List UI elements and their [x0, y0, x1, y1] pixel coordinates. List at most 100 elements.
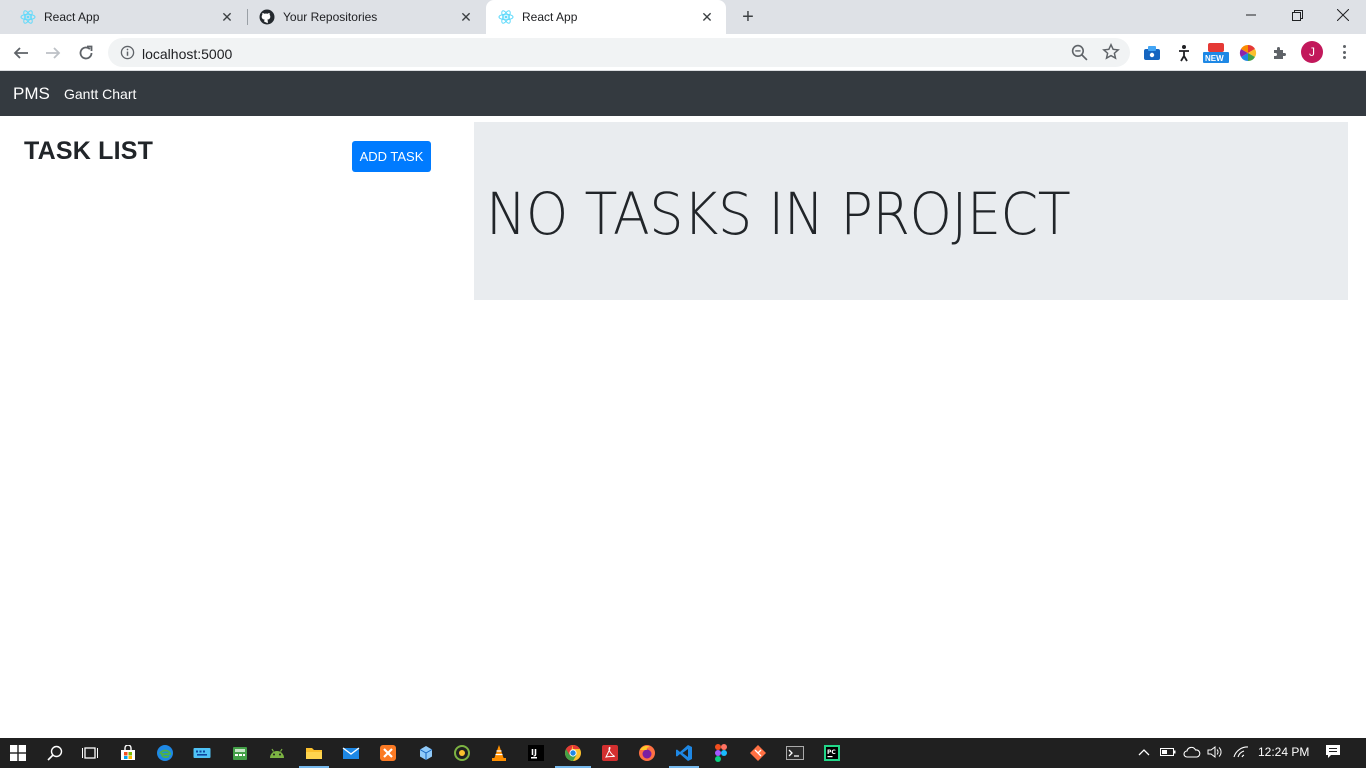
tab-title: React App: [522, 10, 578, 24]
taskbar-app[interactable]: [416, 743, 436, 763]
task-list-title: TASK LIST: [24, 137, 154, 165]
dot-icon: [1342, 50, 1346, 54]
zoom-icon[interactable]: [1071, 44, 1088, 61]
extension-icon[interactable]: [1142, 43, 1162, 63]
dot-icon: [1342, 45, 1346, 48]
onedrive-indicator[interactable]: [1183, 746, 1201, 761]
speaker-icon: [1207, 746, 1222, 758]
taskbar-git-kraken[interactable]: [748, 743, 768, 763]
notification-icon: [1326, 745, 1340, 758]
taskbar-clock[interactable]: 12:24 PM: [1258, 745, 1309, 759]
calculator-icon: [233, 747, 247, 760]
back-button[interactable]: [8, 40, 34, 66]
taskbar-figma[interactable]: [711, 743, 731, 763]
store-icon: [121, 745, 135, 760]
browser-tab[interactable]: Your Repositories ✕: [247, 0, 485, 34]
taskbar-vlc[interactable]: [489, 743, 509, 763]
taskbar-vscode[interactable]: [669, 743, 699, 768]
chrome-icon: [565, 745, 581, 761]
action-center-button[interactable]: [1325, 744, 1341, 763]
taskbar-file-explorer[interactable]: [299, 743, 329, 768]
taskbar-android-studio[interactable]: [267, 743, 287, 763]
close-tab-icon[interactable]: ✕: [218, 8, 236, 26]
taskbar-xampp[interactable]: [378, 743, 398, 763]
minimize-button[interactable]: [1228, 0, 1274, 30]
nav-link-gantt-chart[interactable]: Gantt Chart: [64, 86, 136, 102]
forward-button[interactable]: [40, 40, 66, 66]
close-tab-icon[interactable]: ✕: [698, 8, 716, 26]
taskbar-mail[interactable]: [341, 743, 361, 763]
windows-logo-icon: [10, 745, 26, 761]
show-hidden-icons-button[interactable]: [1138, 746, 1150, 760]
new-tab-button[interactable]: +: [737, 6, 759, 28]
start-button[interactable]: [8, 743, 28, 763]
task-view-button[interactable]: [80, 743, 100, 763]
reload-icon: [79, 45, 93, 60]
chevron-up-icon: [1138, 749, 1150, 756]
git-client-icon: [454, 745, 470, 761]
reload-button[interactable]: [73, 40, 99, 66]
restore-button[interactable]: [1274, 0, 1320, 30]
puzzle-icon: [1274, 47, 1286, 59]
address-bar[interactable]: localhost:5000: [108, 38, 1130, 67]
taskbar-app[interactable]: [452, 743, 472, 763]
minimize-icon: [1246, 14, 1256, 16]
info-icon[interactable]: [120, 45, 135, 60]
bookmark-star-icon[interactable]: [1102, 43, 1120, 61]
vscode-icon: [676, 745, 692, 761]
pycharm-icon: PC: [824, 745, 840, 761]
extension-icon[interactable]: [1238, 43, 1258, 63]
svg-text:IJ: IJ: [531, 748, 537, 757]
taskbar-app[interactable]: [230, 743, 250, 763]
react-icon: [20, 10, 36, 24]
extension-badge: NEW: [1205, 54, 1224, 63]
volume-indicator[interactable]: [1207, 746, 1223, 761]
empty-state-message: NO TASKS IN PROJECT: [486, 180, 1071, 248]
browser-toolbar: localhost:5000 NEW: [0, 34, 1366, 71]
task-view-icon: [82, 747, 98, 759]
extension-icon[interactable]: [1174, 43, 1194, 63]
close-window-button[interactable]: [1320, 0, 1366, 30]
edge-icon: [157, 745, 173, 761]
cloud-icon: [1183, 746, 1201, 758]
github-icon: [259, 9, 275, 25]
close-tab-icon[interactable]: ✕: [457, 8, 475, 26]
tab-strip: React App ✕ Your Repositories ✕ React Ap…: [0, 0, 1366, 34]
battery-icon: [1160, 748, 1176, 756]
navbar-brand[interactable]: PMS: [13, 84, 50, 104]
taskbar-intellij[interactable]: IJ: [526, 743, 546, 763]
taskbar-app-store[interactable]: [118, 743, 138, 763]
svg-text:PC: PC: [827, 749, 836, 756]
browser-tab[interactable]: React App ✕: [8, 0, 246, 34]
cube-icon: [419, 746, 433, 760]
taskbar-firefox[interactable]: [637, 743, 657, 763]
add-task-button[interactable]: ADD TASK: [352, 141, 431, 172]
taskbar-terminal[interactable]: [785, 743, 805, 763]
taskbar-chrome[interactable]: [555, 743, 591, 768]
intellij-icon: IJ: [528, 745, 544, 761]
extension-icon[interactable]: NEW: [1203, 43, 1229, 63]
android-icon: [270, 748, 284, 758]
arrow-left-icon: [13, 47, 28, 59]
git-diamond-icon: [750, 745, 766, 761]
firefox-icon: [639, 745, 655, 761]
vlc-cone-icon: [492, 745, 506, 761]
taskbar-pycharm[interactable]: PC: [822, 743, 842, 763]
taskbar-keyboard[interactable]: [192, 743, 212, 763]
taskbar-edge[interactable]: [155, 743, 175, 763]
battery-indicator[interactable]: [1160, 746, 1176, 760]
windows-taskbar: IJ PC 12:24 PM: [0, 738, 1366, 768]
wifi-icon: [1233, 746, 1249, 758]
wifi-indicator[interactable]: [1233, 746, 1249, 761]
extensions-button[interactable]: [1270, 43, 1290, 63]
pdf-icon: [602, 745, 618, 761]
url-text: localhost:5000: [142, 46, 233, 62]
profile-avatar[interactable]: J: [1301, 41, 1323, 63]
vpn-extension-icon: [1144, 46, 1160, 60]
browser-menu-button[interactable]: [1336, 42, 1352, 62]
mail-icon: [342, 747, 360, 759]
taskbar-acrobat[interactable]: [600, 743, 620, 763]
dot-icon: [1342, 56, 1346, 59]
search-button[interactable]: [45, 743, 65, 763]
browser-tab-active[interactable]: React App ✕: [486, 0, 726, 34]
